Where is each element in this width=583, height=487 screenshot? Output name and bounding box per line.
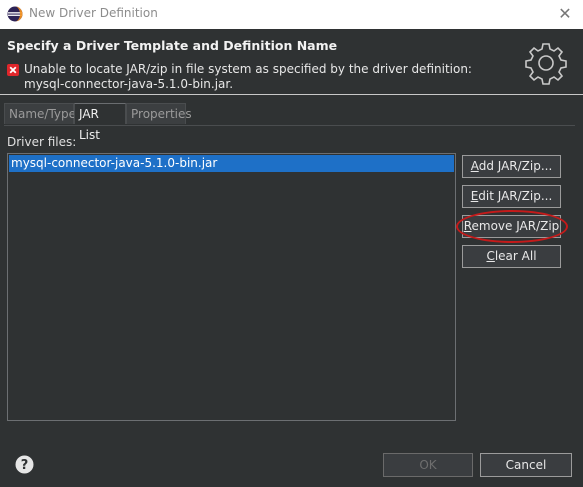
error-line-2: mysql-connector-java-5.1.0-bin.jar.	[24, 77, 234, 91]
window-title: New Driver Definition	[29, 6, 158, 20]
page-title: Specify a Driver Template and Definition…	[7, 38, 338, 53]
add-jar-mnemonic: A	[470, 159, 479, 173]
add-jar-button[interactable]: Add JAR/Zip...	[462, 155, 561, 178]
error-line-1: Unable to locate JAR/zip in file system …	[24, 62, 472, 76]
title-bar: New Driver Definition ✕	[0, 0, 583, 29]
clear-all-mnemonic: C	[486, 249, 495, 263]
tab-name-type[interactable]: Name/Type	[4, 103, 76, 124]
gear-icon	[525, 43, 567, 85]
close-icon[interactable]: ✕	[555, 4, 575, 24]
ok-button[interactable]: OK	[383, 453, 473, 477]
remove-jar-button[interactable]: Remove JAR/Zip	[462, 215, 561, 238]
svg-text:?: ?	[21, 458, 29, 473]
tab-bar: Name/Type JAR List Properties	[4, 101, 575, 142]
error-icon	[7, 64, 19, 76]
add-jar-label: dd JAR/Zip...	[478, 159, 553, 173]
list-item[interactable]: mysql-connector-java-5.1.0-bin.jar	[9, 155, 454, 172]
driver-files-label: Driver files:	[7, 135, 77, 149]
clear-all-button[interactable]: Clear All	[462, 245, 561, 268]
cancel-button[interactable]: Cancel	[480, 453, 572, 477]
remove-jar-label: emove JAR/Zip	[471, 219, 560, 233]
eclipse-icon	[7, 6, 23, 22]
edit-jar-label: dit JAR/Zip...	[478, 189, 553, 203]
driver-files-list[interactable]: mysql-connector-java-5.1.0-bin.jar	[7, 153, 456, 421]
error-message: Unable to locate JAR/zip in file system …	[24, 62, 484, 92]
help-icon[interactable]: ?	[15, 455, 34, 474]
clear-all-label: lear All	[494, 249, 537, 263]
remove-jar-mnemonic: R	[463, 219, 472, 233]
tab-properties[interactable]: Properties	[126, 103, 192, 124]
dialog-header: Specify a Driver Template and Definition…	[0, 29, 583, 95]
tab-jar-list[interactable]: JAR List	[74, 103, 126, 142]
edit-jar-button[interactable]: Edit JAR/Zip...	[462, 185, 561, 208]
